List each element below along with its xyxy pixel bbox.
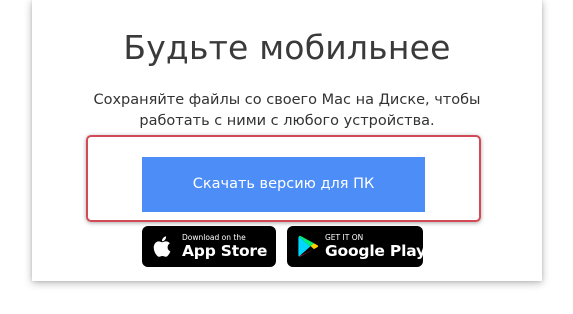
page-title: Будьте мобильнее — [123, 28, 451, 67]
google-play-big-text: Google Play — [325, 242, 426, 260]
download-pc-button[interactable]: Скачать версию для ПК — [142, 157, 425, 212]
google-play-badge[interactable]: GET IT ON Google Play — [287, 226, 426, 267]
apple-icon — [153, 236, 171, 257]
app-store-badge[interactable]: Download on the App Store — [142, 226, 276, 267]
page: Будьте мобильнее Сохраняйте файлы со сво… — [0, 0, 573, 314]
google-play-small-text: GET IT ON — [325, 233, 364, 242]
google-play-icon — [298, 235, 319, 257]
app-store-big-text: App Store — [182, 242, 268, 260]
promo-card: Будьте мобильнее Сохраняйте файлы со сво… — [32, 0, 542, 281]
app-store-small-text: Download on the — [182, 233, 246, 242]
promo-description: Сохраняйте файлы со своего Mac на Диске,… — [93, 92, 481, 129]
